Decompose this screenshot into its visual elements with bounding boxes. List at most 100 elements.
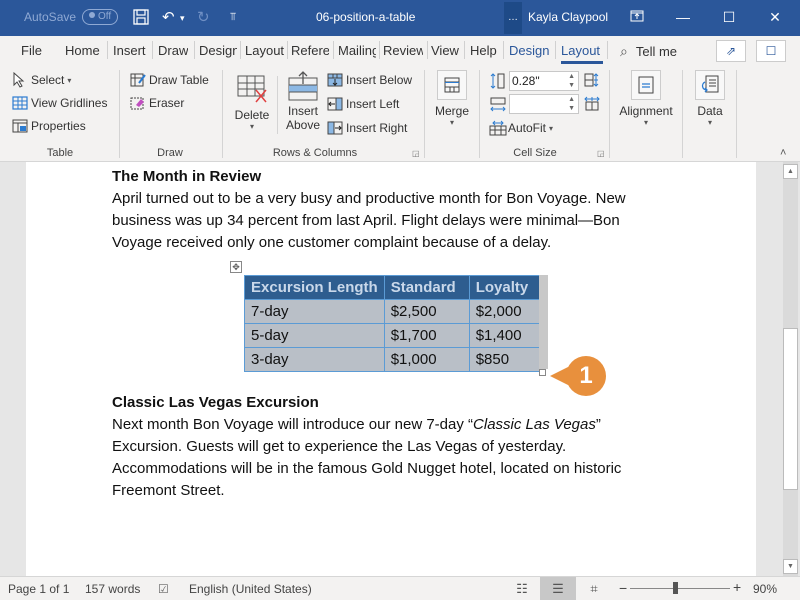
excursion-table[interactable]: Excursion Length Standard Loyalty 7-day … (244, 275, 541, 372)
tab-file[interactable]: File (21, 43, 42, 58)
header-cell[interactable]: Standard (383, 275, 470, 300)
save-icon[interactable] (132, 8, 150, 30)
language-indicator[interactable]: English (United States) (189, 582, 312, 596)
undo-dropdown-icon[interactable]: ▾ (180, 13, 185, 24)
tab-separator (333, 41, 334, 59)
insert-right-button[interactable]: Insert Right (327, 120, 407, 136)
table-cell[interactable]: 3-day (244, 347, 385, 372)
table-cell[interactable]: 5-day (244, 323, 385, 348)
tab-layout[interactable]: Layout (245, 43, 284, 58)
spinner-arrows-icon[interactable]: ▲ ▼ (568, 95, 575, 113)
table-resize-handle[interactable] (539, 369, 546, 376)
zoom-in-icon[interactable]: + (733, 579, 741, 595)
page-count[interactable]: Page 1 of 1 (8, 582, 69, 596)
row-height-input[interactable]: 0.28" ▲ ▼ (509, 71, 579, 91)
customize-toolbar-icon[interactable]: ⫪ (230, 11, 236, 24)
tab-table-design[interactable]: Design (509, 43, 549, 58)
distribute-columns-icon[interactable] (584, 95, 600, 111)
zoom-level[interactable]: 90% (753, 582, 777, 596)
tell-me-search[interactable]: ⌕ Tell me (620, 43, 677, 60)
print-layout-icon[interactable]: ☰ (540, 577, 576, 600)
gridlines-icon (12, 95, 28, 111)
table-cell[interactable]: $850 (468, 347, 541, 372)
rows-columns-dialog-launcher-icon[interactable]: ◲ (412, 149, 420, 158)
redo-icon[interactable]: ↻ (197, 8, 210, 26)
table-header-row: Excursion Length Standard Loyalty (244, 275, 541, 300)
search-icon: ⌕ (620, 43, 628, 59)
vertical-scrollbar[interactable]: ▲ ▼ (783, 162, 798, 576)
table-cell[interactable]: $2,000 (468, 299, 541, 324)
header-cell[interactable]: Excursion Length (244, 275, 385, 300)
tab-home[interactable]: Home (65, 43, 100, 58)
scroll-up-icon[interactable]: ▲ (783, 164, 798, 179)
web-layout-icon[interactable]: ⌗ (576, 577, 612, 600)
spinner-arrows-icon[interactable]: ▲ ▼ (568, 72, 575, 90)
close-icon[interactable]: ✕ (760, 6, 790, 28)
tab-insert[interactable]: Insert (113, 43, 146, 58)
alignment-label: Alignment (619, 104, 673, 118)
title-bar: AutoSave Off ↶ ▾ ↻ ⫪ 06-position-a-table… (0, 0, 800, 36)
merge-button[interactable]: Merge ▾ (432, 70, 472, 127)
eraser-button[interactable]: Eraser (130, 95, 184, 111)
tell-me-label: Tell me (635, 44, 678, 59)
read-mode-icon[interactable]: ☷ (504, 577, 540, 600)
insert-below-button[interactable]: Insert Below (327, 72, 412, 88)
tab-separator (287, 41, 288, 59)
table-move-handle-icon[interactable]: ✥ (230, 261, 242, 273)
insert-left-button[interactable]: Insert Left (327, 96, 399, 112)
alignment-button[interactable]: Alignment ▾ (616, 70, 676, 127)
view-gridlines-button[interactable]: View Gridlines (12, 95, 107, 111)
select-button[interactable]: Select ▾ (12, 71, 71, 88)
autosave-toggle[interactable]: Off (82, 9, 118, 25)
insert-above-label-line2: Above (285, 118, 321, 132)
share-button[interactable]: ⇗ (716, 40, 746, 62)
tab-table-layout[interactable]: Layout (561, 43, 600, 58)
tab-references[interactable]: References (291, 43, 329, 58)
comment-icon: ☐ (765, 44, 777, 58)
delete-button[interactable]: Delete ▾ (232, 74, 272, 131)
insert-right-label: Insert Right (346, 121, 408, 135)
autofit-button[interactable]: AutoFit ▾ (489, 120, 553, 136)
user-name[interactable]: Kayla Claypool (528, 10, 608, 24)
tab-view[interactable]: View (431, 43, 459, 58)
table-cell[interactable]: 7-day (244, 299, 385, 324)
zoom-slider-thumb[interactable] (673, 582, 678, 594)
distribute-rows-icon[interactable] (584, 72, 600, 88)
draw-table-label: Draw Table (149, 73, 209, 87)
zoom-slider-track[interactable] (630, 588, 730, 589)
row-height-icon (489, 72, 505, 89)
collapse-ribbon-icon[interactable]: ˄ (780, 147, 786, 159)
minimize-icon[interactable]: — (668, 6, 698, 28)
tab-review[interactable]: Review (383, 43, 423, 58)
word-count[interactable]: 157 words (85, 582, 140, 596)
tab-help[interactable]: Help (470, 43, 497, 58)
draw-table-button[interactable]: Draw Table (130, 72, 209, 88)
data-button[interactable]: Data ▾ (692, 70, 728, 127)
proofing-icon[interactable]: ☑ (158, 582, 169, 596)
tab-design[interactable]: Design (199, 43, 237, 58)
account-button[interactable]: … (504, 2, 522, 34)
insert-above-button[interactable]: Insert Above (284, 70, 322, 132)
properties-button[interactable]: Properties (12, 118, 86, 134)
table-cell[interactable]: $1,700 (383, 323, 470, 348)
paragraph-line: Excursion. Guests will get to experience… (112, 438, 567, 455)
caret-down-icon: ▾ (549, 123, 554, 133)
insert-left-label: Insert Left (346, 97, 400, 111)
tab-mailings[interactable]: Mailings (338, 43, 376, 58)
group-separator (222, 70, 223, 158)
cell-size-dialog-launcher-icon[interactable]: ◲ (597, 149, 605, 158)
undo-icon[interactable]: ↶ (162, 8, 175, 26)
table-cell[interactable]: $1,400 (468, 323, 541, 348)
comments-button[interactable]: ☐ (756, 40, 786, 62)
scroll-down-icon[interactable]: ▼ (783, 559, 798, 574)
tab-draw[interactable]: Draw (158, 43, 188, 58)
column-width-input[interactable]: ▲ ▼ (509, 94, 579, 114)
zoom-out-icon[interactable]: − (619, 580, 627, 596)
header-cell[interactable]: Loyalty (468, 275, 541, 300)
scrollbar-thumb[interactable] (783, 328, 798, 490)
table-cell[interactable]: $2,500 (383, 299, 470, 324)
table-cell[interactable]: $1,000 (383, 347, 470, 372)
ribbon-display-options-icon[interactable] (622, 6, 652, 28)
group-label-rows-columns: Rows & Columns (272, 147, 358, 159)
maximize-icon[interactable]: ☐ (714, 6, 744, 28)
